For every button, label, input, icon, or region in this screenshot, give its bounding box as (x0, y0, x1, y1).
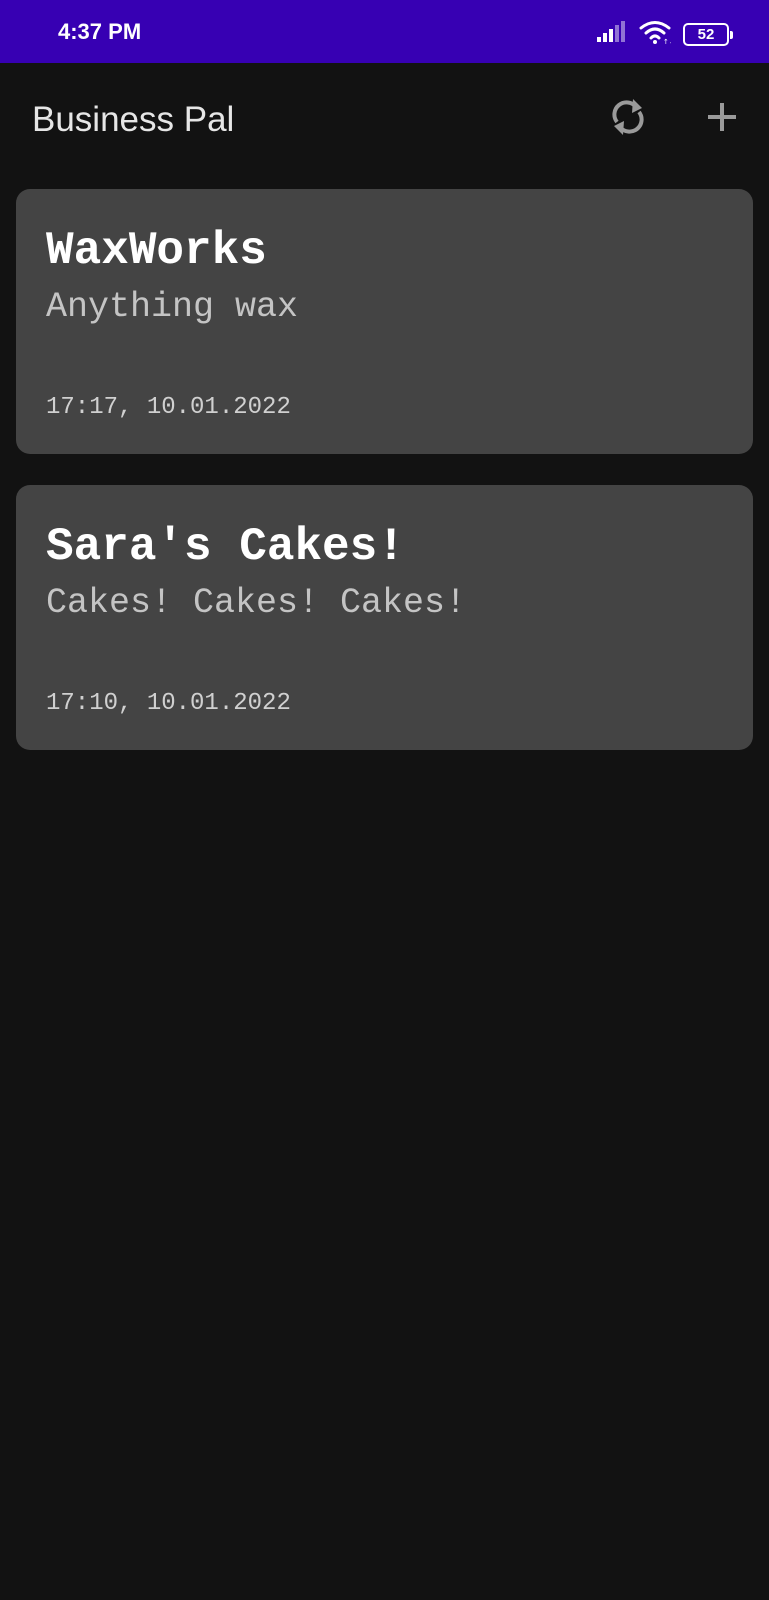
add-business-button[interactable] (694, 91, 750, 147)
page-title: Business Pal (32, 100, 235, 139)
business-name: WaxWorks (46, 225, 267, 277)
business-description: Cakes! Cakes! Cakes! (46, 583, 467, 623)
battery-level: 52 (697, 26, 715, 43)
add-icon (706, 101, 738, 138)
status-icons: ↑↓ 52 (597, 20, 733, 49)
status-time: 4:37 PM (58, 19, 142, 44)
app-bar: Business Pal (0, 63, 769, 175)
refresh-icon (609, 96, 647, 143)
battery-icon: 52 (683, 23, 733, 46)
wifi-icon: ↑↓ (639, 20, 675, 49)
business-timestamp: 17:10, 10.01.2022 (46, 690, 291, 717)
business-description: Anything wax (46, 287, 299, 327)
status-bar: 4:37 PM ↑↓ 52 (0, 0, 769, 63)
svg-text:↑↓: ↑↓ (663, 38, 671, 44)
business-card[interactable]: WaxWorks Anything wax 17:17, 10.01.2022 (16, 189, 753, 454)
refresh-button[interactable] (600, 91, 656, 147)
business-card[interactable]: Sara's Cakes! Cakes! Cakes! Cakes! 17:10… (16, 485, 753, 750)
business-timestamp: 17:17, 10.01.2022 (46, 394, 291, 421)
signal-bars-icon (597, 21, 627, 48)
business-name: Sara's Cakes! (46, 521, 405, 573)
